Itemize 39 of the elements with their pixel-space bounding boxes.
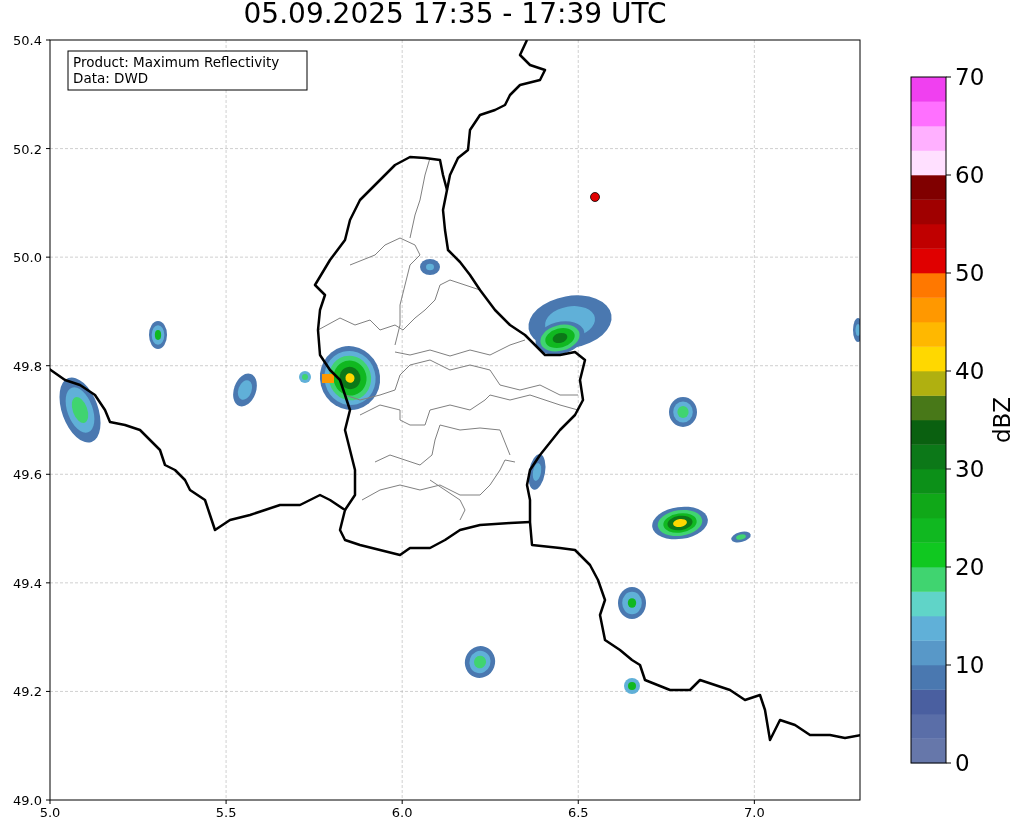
- radar-echo: [853, 318, 860, 342]
- tick-label: 50.4: [13, 33, 42, 48]
- tick-label: 49.8: [13, 358, 42, 374]
- colorbar-label: dBZ: [989, 396, 1015, 444]
- annotation-text: Data: DWD: [73, 70, 149, 86]
- tick-label: 5.5: [215, 805, 237, 820]
- chart-title: 05.09.2025 17:35 - 17:39 UTC: [243, 0, 667, 30]
- colorbar-tick-label: 50: [955, 260, 985, 286]
- radar-echo: [233, 373, 257, 407]
- colorbar-tick-label: 70: [955, 64, 985, 90]
- colorbar-tick-label: 60: [955, 162, 985, 188]
- radar-echo: [299, 371, 311, 383]
- tick-label: 49.4: [13, 575, 42, 591]
- location-marker: [590, 192, 600, 202]
- tick-label: 49.0: [13, 793, 42, 808]
- tick-label: 49.2: [13, 684, 42, 700]
- tick-label: 7.0: [744, 805, 765, 820]
- radar-echo: [149, 321, 167, 349]
- radar-echo: [731, 531, 751, 543]
- radar-echo: [528, 454, 546, 490]
- tick-label: 49.6: [13, 467, 42, 483]
- tick-label: 6.5: [567, 805, 589, 820]
- colorbar-tick-label: 0: [955, 750, 970, 776]
- radar-echo: [59, 377, 101, 443]
- radar-echo: [618, 587, 646, 619]
- tick-label: 50.2: [13, 141, 42, 157]
- tick-label: 6.0: [391, 805, 413, 820]
- colorbar-tick-label: 30: [955, 456, 985, 482]
- radar-echo: [464, 646, 496, 678]
- colorbar-tick-label: 20: [955, 554, 985, 580]
- colorbar-tick-label: 40: [955, 358, 985, 384]
- radar-echo: [420, 259, 440, 275]
- tick-label: 50.0: [13, 250, 42, 266]
- radar-echo: [624, 678, 640, 694]
- colorbar-tick-label: 10: [955, 652, 985, 678]
- tick-label: 5.0: [39, 805, 61, 820]
- annotation-text: Product: Maximum Reflectivity: [73, 54, 280, 70]
- radar-echo: [669, 397, 697, 427]
- radar-echo: [652, 506, 708, 540]
